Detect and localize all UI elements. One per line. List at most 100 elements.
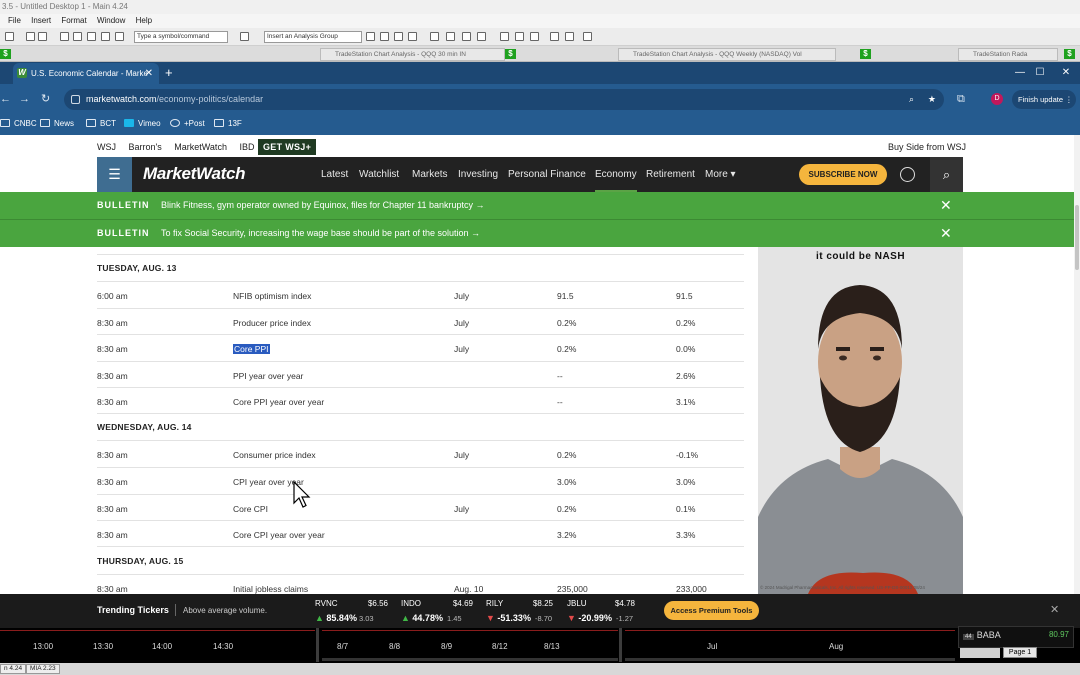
hamburger-menu-icon[interactable]: ☰ — [97, 157, 132, 192]
workspace-tab[interactable]: n 4.24 — [0, 664, 27, 674]
pencil-icon[interactable] — [550, 32, 559, 41]
bookmark-vimeo[interactable]: Vimeo — [124, 114, 161, 134]
close-icon[interactable]: ✕ — [1050, 603, 1059, 616]
report-cell: PPI year over year — [233, 371, 304, 381]
menu-file[interactable]: File — [8, 14, 21, 28]
alert-icon[interactable] — [87, 32, 96, 41]
bulletin-banner[interactable]: BULLETIN To fix Social Security, increas… — [0, 220, 1074, 247]
tools-icon[interactable] — [446, 32, 455, 41]
zoom-icon[interactable]: ⌕ — [909, 89, 914, 110]
order-icon[interactable] — [101, 32, 110, 41]
bookmark-cnbc[interactable]: CNBC — [0, 114, 37, 134]
bookmark-bct[interactable]: BCT — [86, 114, 116, 134]
sort-icon[interactable] — [530, 32, 539, 41]
address-bar[interactable]: marketwatch.com/economy-politics/calenda… — [64, 89, 944, 110]
window-tab-qqq-weekly[interactable]: TradeStation Chart Analysis - QQQ Weekly… — [618, 48, 836, 61]
finish-update-button[interactable]: Finish update ⋮ — [1012, 90, 1076, 109]
menu-format[interactable]: Format — [61, 14, 86, 28]
nav-economy[interactable]: Economy — [595, 157, 637, 192]
nav-investing[interactable]: Investing — [458, 157, 498, 192]
panel-divider[interactable] — [316, 628, 319, 662]
new-tab-icon[interactable]: + — [165, 63, 173, 83]
menu-insert[interactable]: Insert — [31, 14, 51, 28]
link-ibd[interactable]: IBD — [239, 142, 254, 152]
link-marketwatch[interactable]: MarketWatch — [174, 142, 227, 152]
browser-tab-active[interactable]: W U.S. Economic Calendar - Marke ✕ — [13, 63, 159, 84]
scanner-icon[interactable] — [394, 32, 403, 41]
nav-personal-finance[interactable]: Personal Finance — [508, 157, 586, 192]
panel-divider[interactable] — [619, 628, 622, 662]
bookmark-star-icon[interactable]: ★ — [928, 89, 936, 110]
advertisement[interactable]: it could be NASH © 2024 Madrigal Pharmac… — [758, 247, 963, 594]
back-icon[interactable]: ← — [0, 91, 11, 107]
link-wsj[interactable]: WSJ — [97, 142, 116, 152]
bulletin-text[interactable]: Blink Fitness, gym operator owned by Equ… — [161, 192, 485, 219]
window-icon[interactable] — [60, 32, 69, 41]
access-premium-tools-button[interactable]: Access Premium Tools — [664, 601, 759, 620]
sort-up-icon[interactable] — [500, 32, 509, 41]
subscribe-button[interactable]: SUBSCRIBE NOW — [799, 164, 887, 185]
layout-icon[interactable] — [73, 32, 82, 41]
get-wsj-button[interactable]: GET WSJ+ — [258, 139, 317, 155]
search-icon[interactable]: ⌕ — [930, 157, 963, 192]
account-icon[interactable] — [115, 32, 124, 41]
marketwatch-logo[interactable]: MarketWatch — [143, 163, 246, 185]
close-window-icon[interactable]: ✕ — [1056, 62, 1076, 84]
profile-avatar[interactable]: D — [991, 93, 1003, 105]
axis-tick-label: 14:00 — [152, 642, 173, 651]
close-icon[interactable]: ✕ — [940, 220, 952, 247]
forecast-cell: 91.5 — [557, 291, 574, 301]
sort-down-icon[interactable] — [515, 32, 524, 41]
ticker-percent: ▲ 44.78% — [401, 613, 443, 623]
menu-window[interactable]: Window — [97, 14, 125, 28]
extensions-icon[interactable]: ⧉ — [957, 91, 965, 107]
bulletin-text[interactable]: To fix Social Security, increasing the w… — [161, 220, 480, 247]
nav-more[interactable]: More ▾ — [705, 157, 736, 192]
minimize-icon[interactable]: — — [1010, 62, 1030, 84]
buy-side-link[interactable]: Buy Side from WSJ — [888, 139, 966, 155]
grid-icon[interactable] — [366, 32, 375, 41]
window-tab-qqq-30min[interactable]: TradeStation Chart Analysis - QQQ 30 min… — [320, 48, 505, 61]
symbol-command-input[interactable]: Type a symbol/command — [134, 31, 228, 43]
link-barrons[interactable]: Barron's — [129, 142, 162, 152]
binoculars-icon[interactable] — [477, 32, 486, 41]
page-scrollbar[interactable] — [1074, 135, 1080, 594]
nav-latest[interactable]: Latest — [321, 157, 348, 192]
bell-icon[interactable] — [462, 32, 471, 41]
quote-row[interactable]: 44 BABA 80.97 — [958, 626, 1074, 648]
nav-watchlist[interactable]: Watchlist — [359, 157, 399, 192]
matrix-icon[interactable] — [408, 32, 417, 41]
nav-markets[interactable]: Markets — [412, 157, 448, 192]
nav-retirement[interactable]: Retirement — [646, 157, 695, 192]
ruler-icon[interactable] — [565, 32, 574, 41]
analysis-group-select[interactable]: Insert an Analysis Group — [264, 31, 362, 43]
report-cell-selected[interactable]: Core PPI — [233, 344, 270, 354]
forward-icon[interactable]: → — [19, 91, 30, 107]
bookmark-news[interactable]: News — [40, 114, 74, 134]
workspace-tab[interactable]: MIA 2.23 — [26, 664, 60, 674]
bookmark-post[interactable]: +Post — [170, 114, 205, 134]
time-cell: 6:00 am — [97, 291, 128, 301]
chart-icon[interactable] — [380, 32, 389, 41]
save-icon[interactable] — [38, 32, 47, 41]
reload-icon[interactable]: ↻ — [41, 91, 50, 107]
bookmark-13f[interactable]: 13F — [214, 114, 242, 134]
window-tab-radar[interactable]: TradeStation Rada — [958, 48, 1058, 61]
chart-search-icon[interactable] — [240, 32, 249, 41]
dowjones-links: WSJ Barron's MarketWatch IBD — [97, 139, 264, 155]
scrollbar-thumb[interactable] — [1075, 205, 1079, 270]
page-nav-buttons[interactable] — [960, 648, 1000, 658]
table-icon[interactable] — [583, 32, 592, 41]
period-cell: July — [454, 318, 470, 328]
new-icon[interactable] — [5, 32, 14, 41]
page-tab[interactable]: Page 1 — [1003, 647, 1037, 658]
maximize-icon[interactable]: ☐ — [1030, 62, 1050, 84]
close-icon[interactable]: ✕ — [940, 192, 952, 219]
news-icon[interactable] — [430, 32, 439, 41]
menu-help[interactable]: Help — [136, 14, 152, 28]
print-icon[interactable] — [26, 32, 35, 41]
site-info-icon[interactable] — [71, 95, 80, 104]
close-tab-icon[interactable]: ✕ — [145, 63, 153, 84]
bulletin-banner[interactable]: BULLETIN Blink Fitness, gym operator own… — [0, 192, 1074, 219]
user-account-icon[interactable] — [900, 167, 915, 182]
